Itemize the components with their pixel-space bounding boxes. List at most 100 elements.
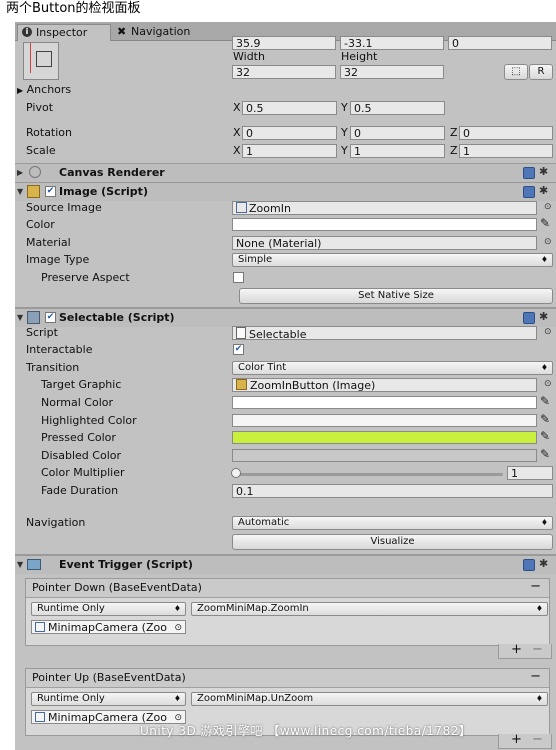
color-multiplier-field[interactable]: 1 <box>507 466 553 480</box>
rotation-y-field[interactable]: 0 <box>350 126 445 140</box>
transition-value: Color Tint <box>238 362 287 373</box>
inspector-window: i Inspector ✖ Navigation 35.9 -33.1 0 Wi… <box>15 22 556 750</box>
rotation-z-field[interactable]: 0 <box>459 126 553 140</box>
gear-icon[interactable]: ✱ <box>539 557 548 570</box>
fade-duration-field[interactable]: 0.1 <box>232 484 553 498</box>
event-header-label: Pointer Up (BaseEventData) <box>32 671 186 684</box>
help-book-icon[interactable] <box>523 186 535 198</box>
height-field[interactable]: 32 <box>340 65 444 79</box>
image-script-header[interactable]: ▼ ✔ Image (Script) ✱ <box>15 182 556 201</box>
disabled-color-swatch[interactable] <box>232 449 537 462</box>
height-label: Height <box>341 50 378 63</box>
set-native-size-button[interactable]: Set Native Size <box>239 288 553 304</box>
color-label: Color <box>26 218 55 231</box>
visualize-button[interactable]: Visualize <box>232 534 553 550</box>
eyedropper-icon[interactable]: ✎ <box>540 216 550 230</box>
blueprint-icon: ⬚ <box>511 66 521 77</box>
dropdown-arrow-icon: ♦ <box>540 518 548 527</box>
eyedropper-icon[interactable]: ✎ <box>540 412 550 426</box>
target-object-field[interactable]: MinimapCamera (Zoo ⊙ <box>31 620 186 634</box>
raw-edit-button[interactable]: R <box>529 64 553 80</box>
gear-icon[interactable]: ✱ <box>539 165 548 178</box>
color-swatch[interactable] <box>232 218 537 231</box>
rotation-x-field[interactable]: 0 <box>242 126 337 140</box>
event-list-footer: + − <box>498 732 552 749</box>
help-book-icon[interactable] <box>523 312 535 324</box>
scale-y-field[interactable]: 1 <box>350 144 445 158</box>
info-icon: i <box>22 27 32 37</box>
transition-label: Transition <box>26 361 80 374</box>
transition-dropdown[interactable]: Color Tint ♦ <box>232 361 553 375</box>
event-list-footer: + − <box>498 642 552 659</box>
image-type-dropdown[interactable]: Simple ♦ <box>232 253 553 267</box>
pos-y-field[interactable]: -33.1 <box>340 36 444 50</box>
rotation-z-axis-label: Z <box>450 126 458 139</box>
object-picker-icon[interactable]: ⊙ <box>544 379 552 389</box>
add-listener-button[interactable]: + <box>511 732 522 747</box>
canvas-renderer-header[interactable]: ▶ Canvas Renderer ✱ <box>15 163 556 182</box>
pressed-color-swatch[interactable] <box>232 431 537 444</box>
eyedropper-icon[interactable]: ✎ <box>540 429 550 443</box>
canvas-renderer-icon <box>29 166 41 178</box>
width-field[interactable]: 32 <box>232 65 336 79</box>
remove-listener-button[interactable]: − <box>532 642 543 657</box>
rotation-label: Rotation <box>26 126 73 139</box>
fade-duration-label: Fade Duration <box>41 484 119 497</box>
pivot-y-axis-label: Y <box>341 101 348 114</box>
image-enabled-checkbox[interactable]: ✔ <box>45 186 56 197</box>
function-value: ZoomMiniMap.ZoomIn <box>197 603 309 614</box>
highlighted-color-swatch[interactable] <box>232 414 537 427</box>
runtime-mode-dropdown[interactable]: Runtime Only ♦ <box>31 692 186 706</box>
selectable-enabled-checkbox[interactable]: ✔ <box>45 312 56 323</box>
source-image-field[interactable]: ZoomIn <box>232 201 537 215</box>
object-picker-icon[interactable]: ⊙ <box>544 202 552 212</box>
pivot-x-field[interactable]: 0.5 <box>242 101 337 115</box>
script-field[interactable]: Selectable <box>232 326 537 340</box>
blueprint-mode-button[interactable]: ⬚ <box>504 64 528 80</box>
anchors-label: Anchors <box>26 83 72 96</box>
watermark: Unity 3D 游戏引擎吧 【www.linecg.com/tieba/178… <box>140 724 472 738</box>
rotation-y-axis-label: Y <box>341 126 348 139</box>
selectable-script-header[interactable]: ▼ ✔ Selectable (Script) ✱ <box>15 308 556 327</box>
function-dropdown[interactable]: ZoomMiniMap.UnZoom ♦ <box>191 692 548 706</box>
runtime-mode-dropdown[interactable]: Runtime Only ♦ <box>31 602 186 616</box>
tab-inspector[interactable]: i Inspector <box>17 24 111 41</box>
normal-color-swatch[interactable] <box>232 396 537 409</box>
dropdown-arrow-icon: ♦ <box>535 604 543 613</box>
scale-x-axis-label: X <box>233 144 241 157</box>
color-multiplier-slider-thumb[interactable] <box>231 468 241 478</box>
navigation-dropdown[interactable]: Automatic ♦ <box>232 516 553 530</box>
remove-listener-button[interactable]: − <box>532 732 543 747</box>
object-picker-icon[interactable]: ⊙ <box>174 621 182 633</box>
pos-x-field[interactable]: 35.9 <box>232 36 336 50</box>
pivot-label: Pivot <box>26 101 54 114</box>
function-value: ZoomMiniMap.UnZoom <box>197 693 314 704</box>
add-listener-button[interactable]: + <box>511 642 522 657</box>
anchors-foldout[interactable]: ▶ Anchors <box>17 82 71 98</box>
remove-event-button[interactable]: − <box>530 579 541 595</box>
help-book-icon[interactable] <box>523 167 535 179</box>
interactable-checkbox[interactable]: ✔ <box>233 344 244 355</box>
eyedropper-icon[interactable]: ✎ <box>540 447 550 461</box>
preserve-aspect-checkbox[interactable] <box>233 272 244 283</box>
pos-z-field[interactable]: 0 <box>448 36 552 50</box>
eyedropper-icon[interactable]: ✎ <box>540 394 550 408</box>
remove-event-button[interactable]: − <box>530 669 541 685</box>
pressed-color-label: Pressed Color <box>41 431 116 444</box>
color-multiplier-slider-track[interactable] <box>235 473 503 476</box>
pivot-y-field[interactable]: 0.5 <box>350 101 445 115</box>
help-book-icon[interactable] <box>523 559 535 571</box>
scale-z-field[interactable]: 1 <box>459 144 553 158</box>
target-graphic-field[interactable]: ZoomInButton (Image) <box>232 378 537 392</box>
anchor-preset-widget[interactable] <box>23 42 59 80</box>
object-picker-icon[interactable]: ⊙ <box>544 327 552 337</box>
gear-icon[interactable]: ✱ <box>539 310 548 323</box>
tab-navigation[interactable]: ✖ Navigation <box>115 24 215 40</box>
material-field[interactable]: None (Material) <box>232 236 537 250</box>
script-file-icon <box>236 327 246 339</box>
object-picker-icon[interactable]: ⊙ <box>544 237 552 247</box>
function-dropdown[interactable]: ZoomMiniMap.ZoomIn ♦ <box>191 602 548 616</box>
scale-x-field[interactable]: 1 <box>242 144 337 158</box>
gear-icon[interactable]: ✱ <box>539 184 548 197</box>
event-trigger-header[interactable]: ▼ Event Trigger (Script) ✱ <box>15 555 556 574</box>
